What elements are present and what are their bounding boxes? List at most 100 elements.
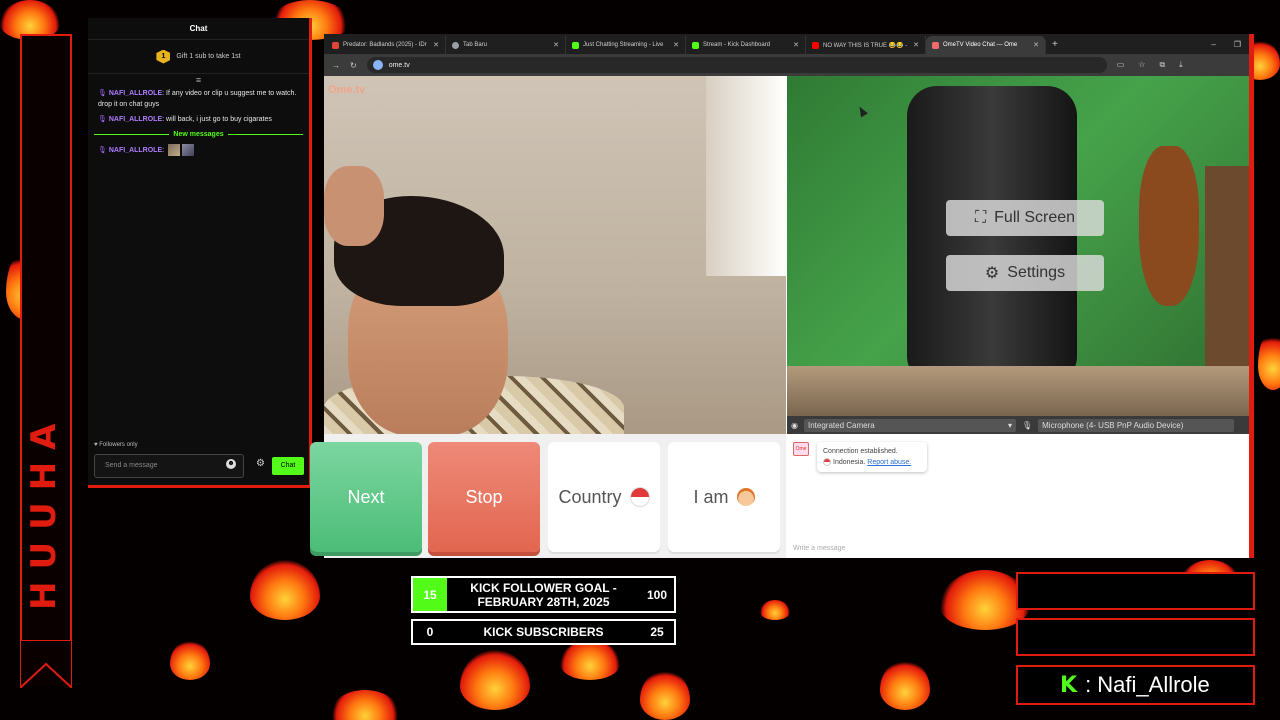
flame-decoration — [640, 670, 690, 720]
gear-icon: ⚙ — [984, 265, 1000, 282]
tab-bar: Predator: Badlands (2025) - IDr ✕ Tab Bar… — [324, 34, 1249, 54]
ometv-logo: Ome.tv — [328, 84, 366, 96]
close-tab-icon[interactable]: ✕ — [673, 41, 679, 49]
flame-decoration — [880, 660, 930, 710]
mic-icon: 🎙 — [98, 90, 107, 97]
full-screen-button[interactable]: ⛶ Full Screen — [946, 200, 1104, 236]
toolbar-icons: ▭ ☆ ⧉ ⤓ — [1117, 60, 1183, 70]
chat-username[interactable]: NAFI_ALLROLE — [109, 116, 162, 123]
subscriber-goal-current: 0 — [426, 625, 434, 639]
stream-overlay: HUUHA Chat 1 Gift 1 sub to take 1st ≡ 🎙 … — [0, 0, 1280, 720]
boy-face-icon — [736, 488, 755, 506]
dropdown-arrow-icon: ▾ — [1007, 420, 1012, 430]
flame-decoration — [560, 640, 620, 680]
device-selector-bar: ◉ Integrated Camera ▾ 🎙 Microphone (4- US… — [787, 416, 1249, 434]
new-tab-plus-icon[interactable]: + — [1046, 36, 1064, 54]
ometv-page: Ome.tv ⛶ Full Screen ⚙ Settings ◉ Integr… — [310, 76, 1249, 558]
tab-favicon-icon — [932, 41, 939, 49]
site-info-icon[interactable] — [372, 60, 383, 70]
tab-title: Just Chatting Streaming - Live — [583, 42, 664, 48]
microphone-select[interactable]: Microphone (4- USB PnP Audio Device) — [1038, 418, 1235, 432]
emote-icon — [168, 144, 181, 156]
tab-favicon-icon — [452, 41, 459, 49]
tab-favicon-icon — [692, 41, 699, 49]
control-buttons: Next Stop Country I am — [310, 434, 786, 558]
browser-window: Predator: Badlands (2025) - IDr ✕ Tab Bar… — [310, 34, 1254, 558]
subscriber-goal-bar: 0 KICK SUBSCRIBERS 25 — [411, 619, 676, 645]
close-tab-icon[interactable]: ✕ — [1033, 41, 1039, 49]
downloads-icon[interactable]: ⤓ — [1179, 60, 1183, 70]
close-tab-icon[interactable]: ✕ — [913, 41, 919, 49]
follower-goal-target: 100 — [646, 587, 668, 602]
mic-icon: 🎙 — [98, 146, 107, 154]
extension-icon[interactable]: ⧉ — [1159, 60, 1165, 70]
browser-tab[interactable]: Stream - Kick Dashboard ✕ — [686, 36, 806, 54]
gift-text: Gift 1 sub to take 1st — [176, 53, 241, 60]
subscriber-goal-target: 25 — [650, 625, 664, 639]
browser-tab[interactable]: Tab Baru ✕ — [446, 36, 566, 54]
close-tab-icon[interactable]: ✕ — [553, 41, 559, 49]
maximize-icon[interactable]: ❐ — [1234, 36, 1241, 54]
chat-username[interactable]: NAFI_ALLROLE — [109, 147, 162, 154]
chat-send-button[interactable]: Chat — [272, 457, 304, 475]
follower-goal-current: 15 — [413, 578, 447, 611]
url-field[interactable]: ome.tv — [366, 57, 1107, 73]
close-tab-icon[interactable]: ✕ — [433, 41, 439, 49]
browser-tab[interactable]: NO WAY THIS IS TRUE 😂😂 - ✕ — [806, 36, 926, 54]
tab-title: Tab Baru — [463, 42, 488, 48]
gift-sub-banner[interactable]: 1 Gift 1 sub to take 1st — [88, 40, 309, 74]
minimize-icon[interactable]: – — [1211, 36, 1215, 54]
tab-title: NO WAY THIS IS TRUE 😂😂 - — [823, 42, 908, 49]
emote-icon — [182, 144, 195, 156]
indonesia-flag-icon — [823, 458, 831, 467]
chat-title: Chat — [88, 18, 309, 40]
tab-favicon-icon — [332, 41, 339, 49]
kick-logo-icon: K — [1060, 672, 1078, 698]
microphone-icon: 🎙 — [1021, 420, 1033, 430]
self-video: ⛶ Full Screen ⚙ Settings — [787, 76, 1249, 416]
chat-message-text: will back, i just go to buy cigarates — [164, 116, 272, 123]
new-messages-label: New messages — [173, 131, 224, 138]
streamer-name-box: K : Nafi_Allrole — [1016, 665, 1255, 705]
ometv-message-input[interactable]: Write a message — [793, 545, 845, 552]
system-message: Connection established. Indonesia. Repor… — [817, 442, 927, 472]
forward-arrow-icon[interactable]: → — [332, 61, 340, 70]
stop-button[interactable]: Stop — [428, 442, 540, 552]
partner-video: Ome.tv — [324, 76, 786, 434]
kick-chat-panel: Chat 1 Gift 1 sub to take 1st ≡ 🎙 NAFI_A… — [88, 18, 312, 488]
bookmark-star-icon[interactable]: ☆ — [1138, 60, 1145, 70]
fullscreen-icon: ⛶ — [974, 209, 987, 226]
flame-decoration — [1258, 330, 1280, 390]
address-bar: → ↻ ome.tv ▭ ☆ ⧉ ⤓ — [324, 54, 1249, 76]
flame-decoration — [760, 600, 790, 620]
chat-username[interactable]: NAFI_ALLROLE — [109, 90, 162, 97]
camera-icon: ◉ — [791, 420, 798, 430]
country-button[interactable]: Country — [548, 442, 660, 552]
emoji-picker-icon[interactable]: ☻ — [226, 459, 236, 469]
browser-tab[interactable]: Predator: Badlands (2025) - IDr ✕ — [326, 36, 446, 54]
settings-button[interactable]: ⚙ Settings — [946, 255, 1104, 291]
chat-message: 🎙 NAFI_ALLROLE: will back, i just go to … — [98, 116, 272, 123]
flame-decoration — [460, 650, 530, 710]
cast-icon[interactable]: ▭ — [1117, 60, 1125, 70]
mouse-cursor-icon — [856, 104, 868, 118]
next-button[interactable]: Next — [310, 442, 422, 552]
indonesia-flag-icon — [629, 487, 650, 507]
gender-button[interactable]: I am — [668, 442, 780, 552]
browser-tab[interactable]: Just Chatting Streaming - Live ✕ — [566, 36, 686, 54]
follower-goal-label: KICK FOLLOWER GOAL - FEBRUARY 28TH, 2025 — [470, 580, 617, 609]
pinned-menu-icon[interactable]: ≡ — [88, 74, 309, 86]
info-box — [1016, 572, 1255, 610]
tab-title: Predator: Badlands (2025) - IDr — [343, 42, 427, 48]
chat-message-input[interactable]: Send a message — [94, 454, 244, 478]
close-tab-icon[interactable]: ✕ — [793, 41, 799, 49]
reload-icon[interactable]: ↻ — [350, 61, 357, 70]
chat-settings-gear-icon[interactable]: ⚙ — [256, 458, 265, 469]
mic-icon: 🎙 — [98, 116, 107, 123]
tab-title: Stream - Kick Dashboard — [703, 42, 771, 48]
banner-text: HUUHA — [24, 411, 64, 610]
report-abuse-link[interactable]: Report abuse. — [867, 459, 911, 466]
flame-decoration — [250, 560, 320, 620]
browser-tab-active[interactable]: OmeTV Video Chat — Ome ✕ — [926, 36, 1046, 54]
camera-select[interactable]: Integrated Camera ▾ — [803, 418, 1016, 432]
